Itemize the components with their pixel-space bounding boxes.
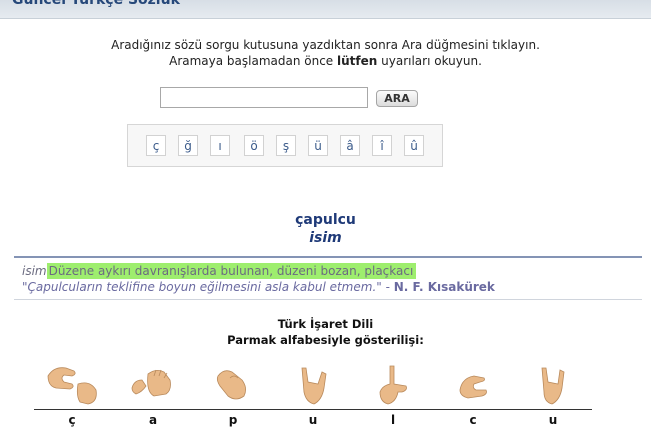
char-key-u-circumflex[interactable]: û [404,135,424,156]
definition-row: isim Düzene aykırı davranışlarda bulunan,… [22,263,417,279]
site-title: Güncel Türkçe Sözlük [12,0,180,8]
example-quote: "Çapulcuların teklifine boyun eğilmesini… [22,280,382,294]
sign-language-title: Türk İşaret Dili [277,317,374,331]
hand-sign-c-icon [450,362,506,408]
special-char-toolbar: ç ğ ı ö ş ü â î û [127,124,443,167]
char-key-g-breve[interactable]: ğ [178,135,198,156]
char-key-a-circumflex[interactable]: â [340,135,360,156]
quote-author: N. F. Kısakürek [393,280,495,294]
quote-separator: - [381,280,394,294]
result-word-type: isim [309,230,342,246]
hand-sign-c-cedilla-icon [44,362,100,408]
definition-text: Düzene aykırı davranışlarda bulunan, düz… [46,263,417,279]
sign-letter: u [548,413,558,427]
definition-type: isim [22,264,47,278]
search-instructions-line2: Aramaya başlamadan önce lütfen uyarıları… [0,54,651,68]
hand-sign-a-icon [126,362,182,408]
example-quote-row: "Çapulcuların teklifine boyun eğilmesini… [22,280,495,294]
sign-letter: p [228,413,238,427]
instruction-text-after: uyarıları okuyun. [377,54,482,68]
char-key-o-umlaut[interactable]: ö [244,135,264,156]
sign-letter: c [469,413,477,427]
sign-letter: l [390,413,396,427]
char-key-u-umlaut[interactable]: ü [308,135,328,156]
search-instructions-line1: Aradığınız sözü sorgu kutusuna yazdıktan… [111,38,540,52]
char-key-c-cedilla[interactable]: ç [146,135,166,156]
hand-sign-p-icon [206,362,262,408]
hand-sign-u-icon [530,362,586,408]
search-button[interactable]: ARA [376,90,418,107]
sign-letter: a [148,413,158,427]
result-word: çapulcu [295,212,356,228]
char-key-s-cedilla[interactable]: ş [276,135,296,156]
hand-sign-l-icon [368,362,424,408]
instruction-emphasis: lütfen [337,54,378,68]
char-key-i-circumflex[interactable]: î [372,135,392,156]
hand-sign-u-icon [288,362,344,408]
definition-divider-bottom [14,299,642,300]
sign-baseline [34,409,592,410]
instruction-text-before: Aramaya başlamadan önce [169,54,338,68]
header-bar: Güncel Türkçe Sözlük [0,0,651,19]
char-key-dotless-i[interactable]: ı [210,135,230,156]
search-input[interactable] [160,87,368,108]
sign-letter: u [308,413,318,427]
sign-language-subtitle: Parmak alfabesiyle gösterilişi: [227,333,424,347]
sign-letter: ç [68,413,76,427]
definition-divider-top [14,256,642,258]
